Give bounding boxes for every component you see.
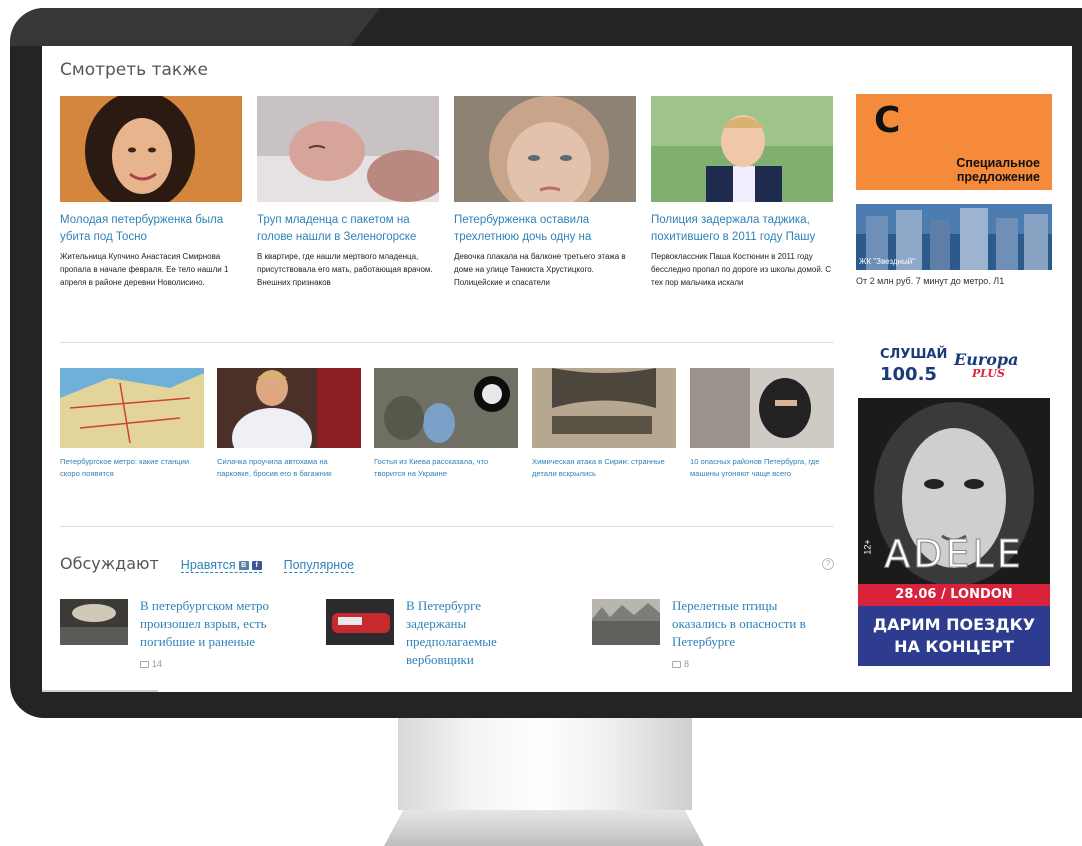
news-title[interactable]: 10 опасных районов Петербурга, где машин… [690, 456, 834, 480]
facebook-icon[interactable]: f [251, 560, 262, 570]
discuss-thumb[interactable] [326, 599, 394, 645]
tab-liked-label: Нравятся [180, 558, 236, 572]
news-card[interactable]: Труп младенца с пакетом на голове нашли … [257, 96, 439, 289]
news-photo[interactable] [690, 368, 834, 448]
europa-plus-ad[interactable]: СЛУШАЙ 100.5 Europa PLUS ADELE 12+ 28.06… [858, 342, 1050, 666]
discuss-title: Обсуждают [60, 554, 159, 573]
comment-icon [672, 660, 681, 668]
news-lead: Жительница Купчино Анастасия Смирнова пр… [60, 252, 229, 287]
divider [60, 526, 834, 527]
real-estate-ad[interactable]: ЖК "Звездный" [856, 204, 1052, 270]
europa-plus-logo-plus: PLUS [972, 367, 1005, 380]
web-page-screen: Смотреть также Молодая петербурженка был… [42, 46, 1072, 692]
news-photo[interactable] [217, 368, 361, 448]
discuss-title-link[interactable]: В петербургском метро произошел взрыв, е… [140, 597, 290, 651]
news-card[interactable]: Молодая петербурженка была убита под Тос… [60, 96, 242, 289]
news-photo[interactable] [651, 96, 833, 202]
news-photo[interactable] [257, 96, 439, 202]
news-title[interactable]: Петербурженка оставила трехлетнюю дочь о… [454, 212, 636, 246]
news-card[interactable]: Петербурженка оставила трехлетнюю дочь о… [454, 96, 636, 289]
bezel-gloss [10, 8, 380, 46]
help-icon[interactable]: ? [822, 558, 834, 570]
news-card-small[interactable]: Химическая атака в Сирии: странные детал… [532, 368, 676, 480]
news-title[interactable]: Химическая атака в Сирии: странные детал… [532, 456, 676, 480]
news-lead: Девочка плакала на балконе третьего этаж… [454, 252, 626, 287]
news-card-small[interactable]: Гостья из Киева рассказала, что творится… [374, 368, 518, 480]
monitor-stand-neck [398, 718, 692, 810]
ad-listen: СЛУШАЙ [880, 347, 948, 362]
ad-text: Специальное предложение [956, 156, 1040, 184]
news-card-small[interactable]: Петербургское метро: какие станции скоро… [60, 368, 204, 480]
ad-logo-letter: С [874, 100, 901, 141]
news-photo[interactable] [60, 96, 242, 202]
news-photo[interactable] [532, 368, 676, 448]
ad-label: ЖК "Звездный" [859, 257, 916, 266]
tab-popular[interactable]: Популярное [283, 558, 355, 573]
news-photo[interactable] [454, 96, 636, 202]
discuss-thumb[interactable] [60, 599, 128, 645]
promo-text: ДАРИМ ПОЕЗДКУ НА КОНЦЕРТ [858, 606, 1050, 666]
divider [60, 342, 834, 343]
discuss-title-link[interactable]: В Петербурге задержаны предполагаемые ве… [406, 597, 516, 669]
section-title: Смотреть также [60, 60, 208, 80]
news-lead: Первоклассник Паша Костюнин в 2011 году … [651, 252, 832, 287]
news-card-small[interactable]: 10 опасных районов Петербурга, где машин… [690, 368, 834, 480]
age-rating: 12+ [862, 539, 873, 555]
vk-icon[interactable]: B [238, 560, 249, 570]
news-card-small[interactable]: Силачка проучила автохама на парковке, б… [217, 368, 361, 480]
news-card[interactable]: Полиция задержала таджика, похитившего в… [651, 96, 833, 289]
discuss-thumb[interactable] [592, 599, 660, 645]
ad-frequency: 100.5 [880, 364, 937, 385]
concert-date: 28.06 / LONDON [858, 584, 1050, 606]
news-title[interactable]: Гостья из Киева рассказала, что творится… [374, 456, 518, 480]
special-offer-ad[interactable]: С Специальное предложение [856, 94, 1052, 190]
news-lead: В квартире, где нашли мертвого младенца,… [257, 252, 433, 287]
news-title[interactable]: Труп младенца с пакетом на голове нашли … [257, 212, 439, 246]
comment-icon [140, 660, 149, 668]
monitor-bezel: Смотреть также Молодая петербурженка был… [10, 8, 1082, 718]
comment-count: 14 [140, 659, 162, 669]
horizontal-scrollbar[interactable] [42, 690, 158, 692]
discuss-header: Обсуждают Нравятся B f Популярное [60, 554, 355, 573]
news-photo[interactable] [374, 368, 518, 448]
news-photo[interactable] [60, 368, 204, 448]
monitor-mockup: Смотреть также Молодая петербурженка был… [0, 0, 1082, 846]
discuss-title-link[interactable]: Перелетные птицы оказались в опасности в… [672, 597, 822, 651]
news-title[interactable]: Петербургское метро: какие станции скоро… [60, 456, 204, 480]
news-title[interactable]: Силачка проучила автохама на парковке, б… [217, 456, 361, 480]
artist-name: ADELE [884, 532, 1024, 577]
ad-caption[interactable]: От 2 млн руб. 7 минут до метро. Л1 [856, 276, 1004, 286]
news-title[interactable]: Молодая петербурженка была убита под Тос… [60, 212, 242, 246]
news-title[interactable]: Полиция задержала таджика, похитившего в… [651, 212, 833, 246]
tab-liked[interactable]: Нравятся B f [180, 558, 262, 573]
comment-count: 8 [672, 659, 689, 669]
monitor-stand-base [384, 810, 704, 846]
